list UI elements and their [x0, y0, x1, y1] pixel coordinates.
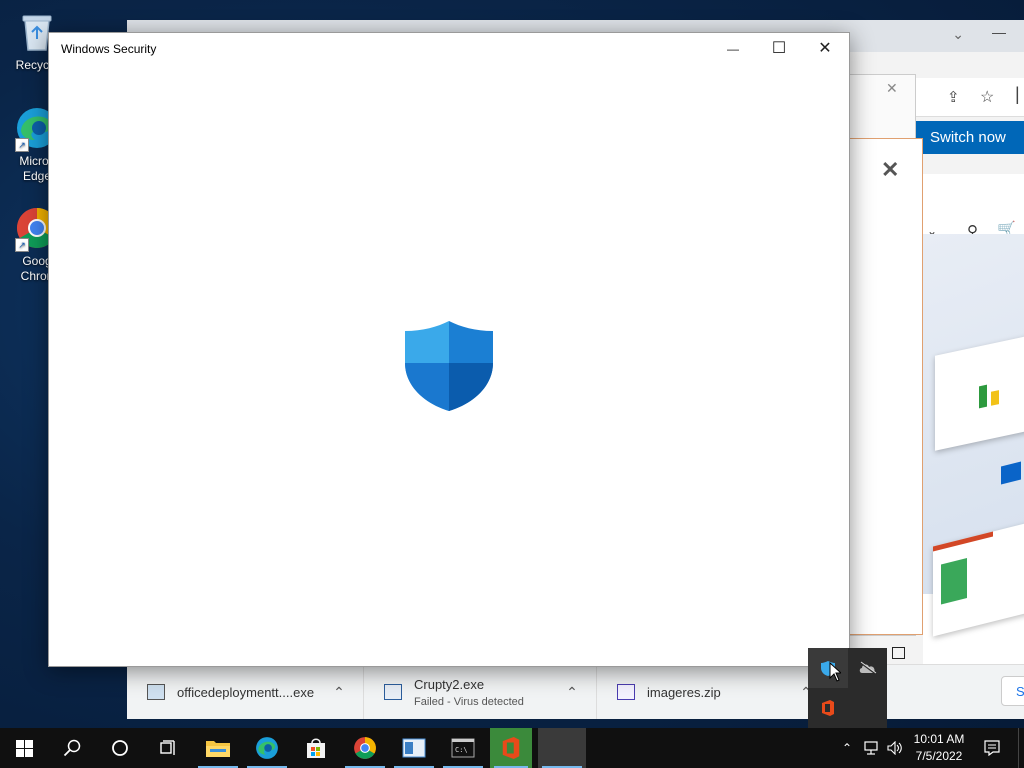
- office-icon: [502, 737, 520, 759]
- download-item[interactable]: officedeploymentt....exe ⌃: [127, 665, 364, 719]
- restore-icon[interactable]: [892, 647, 905, 659]
- shield-icon: [403, 319, 495, 418]
- share-icon[interactable]: ⇪: [947, 88, 960, 106]
- favorite-star-icon[interactable]: ☆: [980, 87, 994, 107]
- task-view-icon: [160, 740, 175, 755]
- app-icon: [402, 738, 426, 758]
- show-all-button[interactable]: S: [1001, 676, 1024, 706]
- mouse-cursor: [829, 661, 843, 687]
- shortcut-arrow-icon: ↗: [15, 138, 29, 152]
- switch-now-button[interactable]: Switch now: [915, 121, 1024, 154]
- profile-icon[interactable]: |: [1015, 84, 1020, 105]
- taskbar: C:\ ⌃ 10:01 AM 7/5/2022: [0, 728, 1024, 768]
- edge-taskbar-button[interactable]: [243, 728, 291, 768]
- exe-icon: [384, 684, 402, 700]
- file-explorer-icon: [206, 741, 230, 757]
- store-button[interactable]: [292, 728, 340, 768]
- download-item[interactable]: Crupty2.exe Failed - Virus detected ⌃: [364, 665, 597, 719]
- store-icon: [307, 738, 325, 758]
- windows-security-tray-icon[interactable]: [808, 648, 848, 688]
- search-button[interactable]: [48, 728, 96, 768]
- windows-logo-icon: [15, 739, 33, 757]
- windows-security-window: Windows Security — ☐ ✕: [48, 32, 850, 667]
- edge-icon: [256, 737, 278, 759]
- foreground-dialog: ✕: [848, 138, 923, 635]
- tab-dropdown-icon[interactable]: ⌄: [952, 26, 964, 43]
- cmd-icon: C:\: [451, 738, 475, 758]
- clock-time: 10:01 AM: [913, 732, 965, 746]
- download-name: officedeploymentt....exe: [177, 684, 315, 700]
- promo-image: [923, 234, 1024, 637]
- minimize-button[interactable]: —: [710, 33, 756, 65]
- task-view-button[interactable]: [144, 728, 192, 768]
- svg-text:C:\: C:\: [455, 746, 468, 754]
- zip-icon: [617, 684, 635, 700]
- chrome-taskbar-button[interactable]: [341, 728, 389, 768]
- download-name: Crupty2.exe: [414, 676, 485, 692]
- volume-icon[interactable]: [884, 728, 906, 768]
- download-item[interactable]: imageres.zip ⌃: [597, 665, 830, 719]
- start-button[interactable]: [0, 728, 48, 768]
- onedrive-offline-icon[interactable]: [848, 648, 888, 688]
- window-title: Windows Security: [61, 42, 157, 56]
- spreadsheet-mockup: [935, 332, 1024, 451]
- outlook-tile: [1001, 461, 1021, 485]
- cmd-taskbar-button[interactable]: C:\: [439, 728, 487, 768]
- downloads-bar: officedeploymentt....exe ⌃ Crupty2.exe F…: [127, 664, 1024, 719]
- action-center-icon[interactable]: [980, 728, 1004, 768]
- chevron-up-icon[interactable]: ⌃: [329, 684, 349, 701]
- office-taskbar-button[interactable]: [490, 728, 532, 768]
- cortana-button[interactable]: [96, 728, 144, 768]
- maximize-button[interactable]: ☐: [756, 33, 802, 65]
- close-icon[interactable]: ✕: [881, 157, 899, 183]
- chrome-icon: [354, 737, 376, 759]
- show-desktop-button[interactable]: [1018, 728, 1024, 768]
- download-text: Crupty2.exe Failed - Virus detected: [414, 677, 562, 708]
- download-status: Failed - Virus detected: [414, 695, 524, 708]
- store-page: ⚲ 🛒 ⌄: [923, 174, 1024, 664]
- file-explorer-button[interactable]: [194, 728, 242, 768]
- cortana-icon: [112, 740, 128, 756]
- chevron-up-icon[interactable]: ⌃: [562, 684, 582, 701]
- clock[interactable]: 10:01 AM 7/5/2022: [906, 728, 972, 768]
- app-taskbar-button[interactable]: [390, 728, 438, 768]
- blank-taskbar-button[interactable]: [538, 728, 586, 768]
- close-icon[interactable]: ✕: [886, 80, 898, 97]
- clock-date: 7/5/2022: [915, 749, 963, 763]
- office-tray-icon[interactable]: [808, 688, 848, 728]
- installer-icon: [147, 684, 165, 700]
- network-icon[interactable]: [860, 728, 882, 768]
- download-name: imageres.zip: [647, 684, 721, 700]
- search-icon: [63, 739, 81, 757]
- browser-minimize-icon[interactable]: —: [992, 24, 1006, 40]
- tray-overflow-chevron-icon[interactable]: ⌃: [836, 728, 858, 768]
- presentation-mockup: [933, 521, 1024, 637]
- tray-overflow-popup: [808, 648, 887, 728]
- shortcut-arrow-icon: ↗: [15, 238, 29, 252]
- close-button[interactable]: ✕: [802, 33, 848, 65]
